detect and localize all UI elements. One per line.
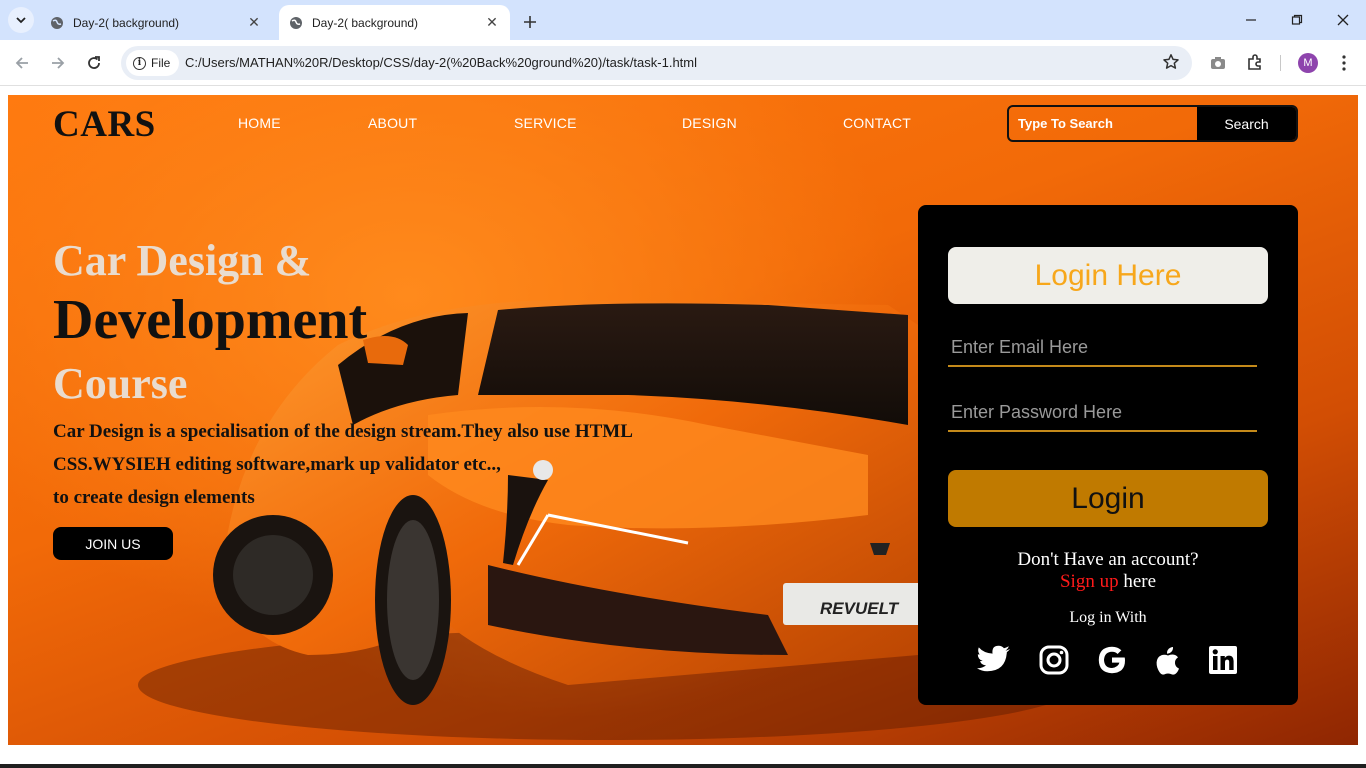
globe-icon bbox=[51, 16, 63, 29]
tab-active[interactable]: Day-2( background) ✕ bbox=[279, 5, 510, 40]
url-text[interactable]: C:/Users/MATHAN%20R/Desktop/CSS/day-2(%2… bbox=[185, 55, 697, 70]
apple-icon[interactable] bbox=[1150, 642, 1186, 678]
password-field[interactable] bbox=[948, 394, 1257, 432]
signup-suffix: here bbox=[1118, 571, 1157, 592]
browser-toolbar: i File C:/Users/MATHAN%20R/Desktop/CSS/d… bbox=[0, 40, 1366, 86]
close-icon[interactable]: ✕ bbox=[482, 13, 502, 33]
profile-avatar[interactable]: M bbox=[1298, 53, 1318, 73]
login-card: Login Here Login Don't Have an account? … bbox=[918, 205, 1298, 705]
address-bar[interactable]: i File C:/Users/MATHAN%20R/Desktop/CSS/d… bbox=[121, 46, 1192, 80]
hero-description-line: to create design elements bbox=[53, 487, 255, 508]
globe-icon bbox=[290, 16, 302, 29]
nav-about[interactable]: ABOUT bbox=[368, 115, 417, 131]
join-us-button[interactable]: JOIN US bbox=[53, 527, 173, 560]
hero-description-line: CSS.WYSIEH editing software,mark up vali… bbox=[53, 454, 501, 475]
hero-title-line1: Car Design & bbox=[53, 236, 312, 285]
search-input[interactable] bbox=[1009, 107, 1197, 140]
linkedin-icon[interactable] bbox=[1205, 642, 1241, 678]
tab-inactive[interactable]: Day-2( background) ✕ bbox=[40, 5, 272, 40]
signup-line: Sign up here bbox=[918, 571, 1298, 593]
signup-link[interactable]: Sign up bbox=[1060, 571, 1119, 592]
no-account-text: Don't Have an account? bbox=[1017, 549, 1199, 570]
car-plate-text: REVUELT bbox=[820, 599, 900, 618]
camera-icon[interactable] bbox=[1206, 51, 1230, 75]
minimize-button[interactable] bbox=[1237, 8, 1265, 32]
hero-section: REVUELT CARS HOME ABOUT SERVICE DESIGN C… bbox=[8, 95, 1358, 745]
login-button[interactable]: Login bbox=[948, 470, 1268, 527]
plus-icon bbox=[524, 16, 536, 28]
forward-button[interactable] bbox=[45, 50, 71, 76]
restore-button[interactable] bbox=[1283, 8, 1311, 32]
tab-strip: Day-2( background) ✕ Day-2( background) … bbox=[0, 0, 1366, 40]
chevron-down-icon bbox=[16, 17, 26, 24]
twitter-icon[interactable] bbox=[976, 642, 1012, 678]
nav-home[interactable]: HOME bbox=[238, 115, 281, 131]
email-field[interactable] bbox=[948, 329, 1257, 367]
extensions-icon[interactable] bbox=[1243, 51, 1267, 75]
reload-icon bbox=[88, 56, 100, 69]
tab-search-button[interactable] bbox=[8, 7, 34, 33]
brand-logo[interactable]: CARS bbox=[53, 103, 156, 146]
close-window-button[interactable] bbox=[1329, 8, 1357, 32]
window-bottom-edge bbox=[0, 764, 1366, 768]
arrow-right-icon bbox=[52, 57, 65, 69]
site-info-chip[interactable]: i File bbox=[126, 50, 180, 76]
bookmark-star-icon[interactable] bbox=[1162, 53, 1180, 76]
close-icon bbox=[1337, 14, 1349, 26]
search-bar: Search bbox=[1007, 105, 1298, 142]
tab-title: Day-2( background) bbox=[73, 15, 180, 30]
instagram-icon[interactable] bbox=[1036, 642, 1072, 678]
search-button[interactable]: Search bbox=[1197, 107, 1296, 140]
more-menu-icon[interactable] bbox=[1332, 51, 1356, 75]
minimize-icon bbox=[1246, 19, 1256, 21]
restore-icon bbox=[1291, 14, 1303, 25]
nav-service[interactable]: SERVICE bbox=[514, 115, 577, 131]
hero-description: Car Design is a specialisation of the de… bbox=[53, 415, 633, 514]
info-icon: i bbox=[133, 56, 146, 70]
reload-button[interactable] bbox=[81, 50, 107, 76]
new-tab-button[interactable] bbox=[518, 10, 542, 34]
file-chip-label: File bbox=[151, 56, 171, 70]
login-card-title: Login Here bbox=[948, 247, 1268, 304]
nav-design[interactable]: DESIGN bbox=[682, 115, 737, 131]
google-icon[interactable] bbox=[1094, 642, 1130, 678]
arrow-left-icon bbox=[15, 57, 28, 69]
toolbar-divider bbox=[1280, 55, 1281, 71]
hero-title-line3: Course bbox=[53, 359, 188, 408]
nav-contact[interactable]: CONTACT bbox=[843, 115, 911, 131]
hero-description-line: Car Design is a specialisation of the de… bbox=[53, 421, 633, 442]
close-icon[interactable]: ✕ bbox=[244, 13, 264, 33]
login-with-label: Log in With bbox=[1069, 609, 1147, 626]
tab-title: Day-2( background) bbox=[312, 15, 419, 30]
back-button[interactable] bbox=[9, 50, 35, 76]
hero-title-line2: Development bbox=[53, 289, 368, 351]
